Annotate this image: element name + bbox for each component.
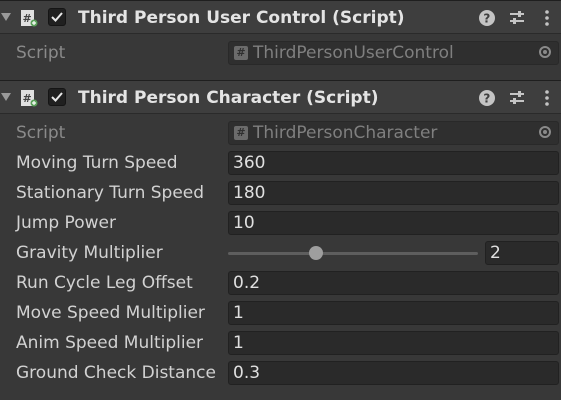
property-row-gravity-multiplier: Gravity Multiplier 2 [0,239,561,269]
property-label: Stationary Turn Speed [16,183,205,203]
svg-text:?: ? [483,12,490,26]
field-value: 0.2 [233,273,261,293]
svg-text:?: ? [483,92,490,106]
script-object-field[interactable]: # ThirdPersonUserControl [228,41,559,65]
foldout-arrow-icon[interactable] [1,13,11,21]
component-title: Third Person Character (Script) [78,88,379,108]
property-label: Jump Power [16,213,116,233]
csharp-script-icon: # [21,90,38,107]
script-file-icon: # [234,46,248,60]
presets-icon[interactable] [508,89,526,107]
field-value: 1 [233,303,244,323]
script-name: ThirdPersonCharacter [253,123,438,143]
foldout-arrow-icon[interactable] [1,93,11,101]
field-value: 1 [233,333,244,353]
enabled-checkbox[interactable] [48,88,66,106]
script-row: Script # ThirdPersonCharacter [0,119,561,149]
object-picker-icon[interactable] [539,126,551,138]
property-label: Move Speed Multiplier [16,303,205,323]
script-label: Script [16,123,66,143]
number-field-run-cycle-leg-offset[interactable]: 0.2 [228,271,559,295]
help-icon[interactable]: ? [478,9,496,27]
property-label: Moving Turn Speed [16,153,178,173]
property-row-run-cycle-leg-offset: Run Cycle Leg Offset 0.2 [0,269,561,299]
property-row-move-speed-multiplier: Move Speed Multiplier 1 [0,299,561,329]
script-name: ThirdPersonUserControl [253,43,454,63]
kebab-menu-icon[interactable] [538,89,556,107]
property-row-jump-power: Jump Power 10 [0,209,561,239]
number-field-ground-check-distance[interactable]: 0.3 [228,361,559,385]
help-icon[interactable]: ? [478,89,496,107]
property-row-anim-speed-multiplier: Anim Speed Multiplier 1 [0,329,561,359]
checkmark-icon [51,92,63,102]
enabled-checkbox[interactable] [48,8,66,26]
number-field-stationary-turn-speed[interactable]: 180 [228,181,559,205]
checkmark-icon [51,12,63,22]
property-row-ground-check-distance: Ground Check Distance 0.3 [0,359,561,389]
object-picker-icon[interactable] [539,46,551,58]
script-row: Script # ThirdPersonUserControl [0,39,561,69]
script-object-field[interactable]: # ThirdPersonCharacter [228,121,559,145]
script-file-icon: # [234,126,248,140]
kebab-menu-icon[interactable] [538,9,556,27]
presets-icon[interactable] [508,9,526,27]
property-row-moving-turn-speed: Moving Turn Speed 360 [0,149,561,179]
property-label: Anim Speed Multiplier [16,333,204,353]
component-header-character[interactable]: # Third Person Character (Script) ? [0,80,561,114]
number-field-anim-speed-multiplier[interactable]: 1 [228,331,559,355]
number-field-gravity-multiplier[interactable]: 2 [485,241,559,265]
number-field-jump-power[interactable]: 10 [228,211,559,235]
component-title: Third Person User Control (Script) [78,8,405,28]
svg-text:#: # [23,12,32,25]
field-value: 360 [233,153,266,173]
field-value: 0.3 [233,363,261,383]
csharp-script-icon: # [21,10,38,27]
property-label: Ground Check Distance [16,363,216,383]
script-label: Script [16,43,66,63]
field-value: 180 [233,183,266,203]
gravity-slider-track[interactable] [228,252,478,255]
property-label: Run Cycle Leg Offset [16,273,193,293]
property-label: Gravity Multiplier [16,243,163,263]
component-header-user-control[interactable]: # Third Person User Control (Script) ? [0,0,561,34]
field-value: 10 [233,213,255,233]
number-field-move-speed-multiplier[interactable]: 1 [228,301,559,325]
gravity-slider-thumb[interactable] [308,246,323,260]
field-value: 2 [490,243,501,263]
property-row-stationary-turn-speed: Stationary Turn Speed 180 [0,179,561,209]
svg-text:#: # [23,92,32,105]
number-field-moving-turn-speed[interactable]: 360 [228,151,559,175]
